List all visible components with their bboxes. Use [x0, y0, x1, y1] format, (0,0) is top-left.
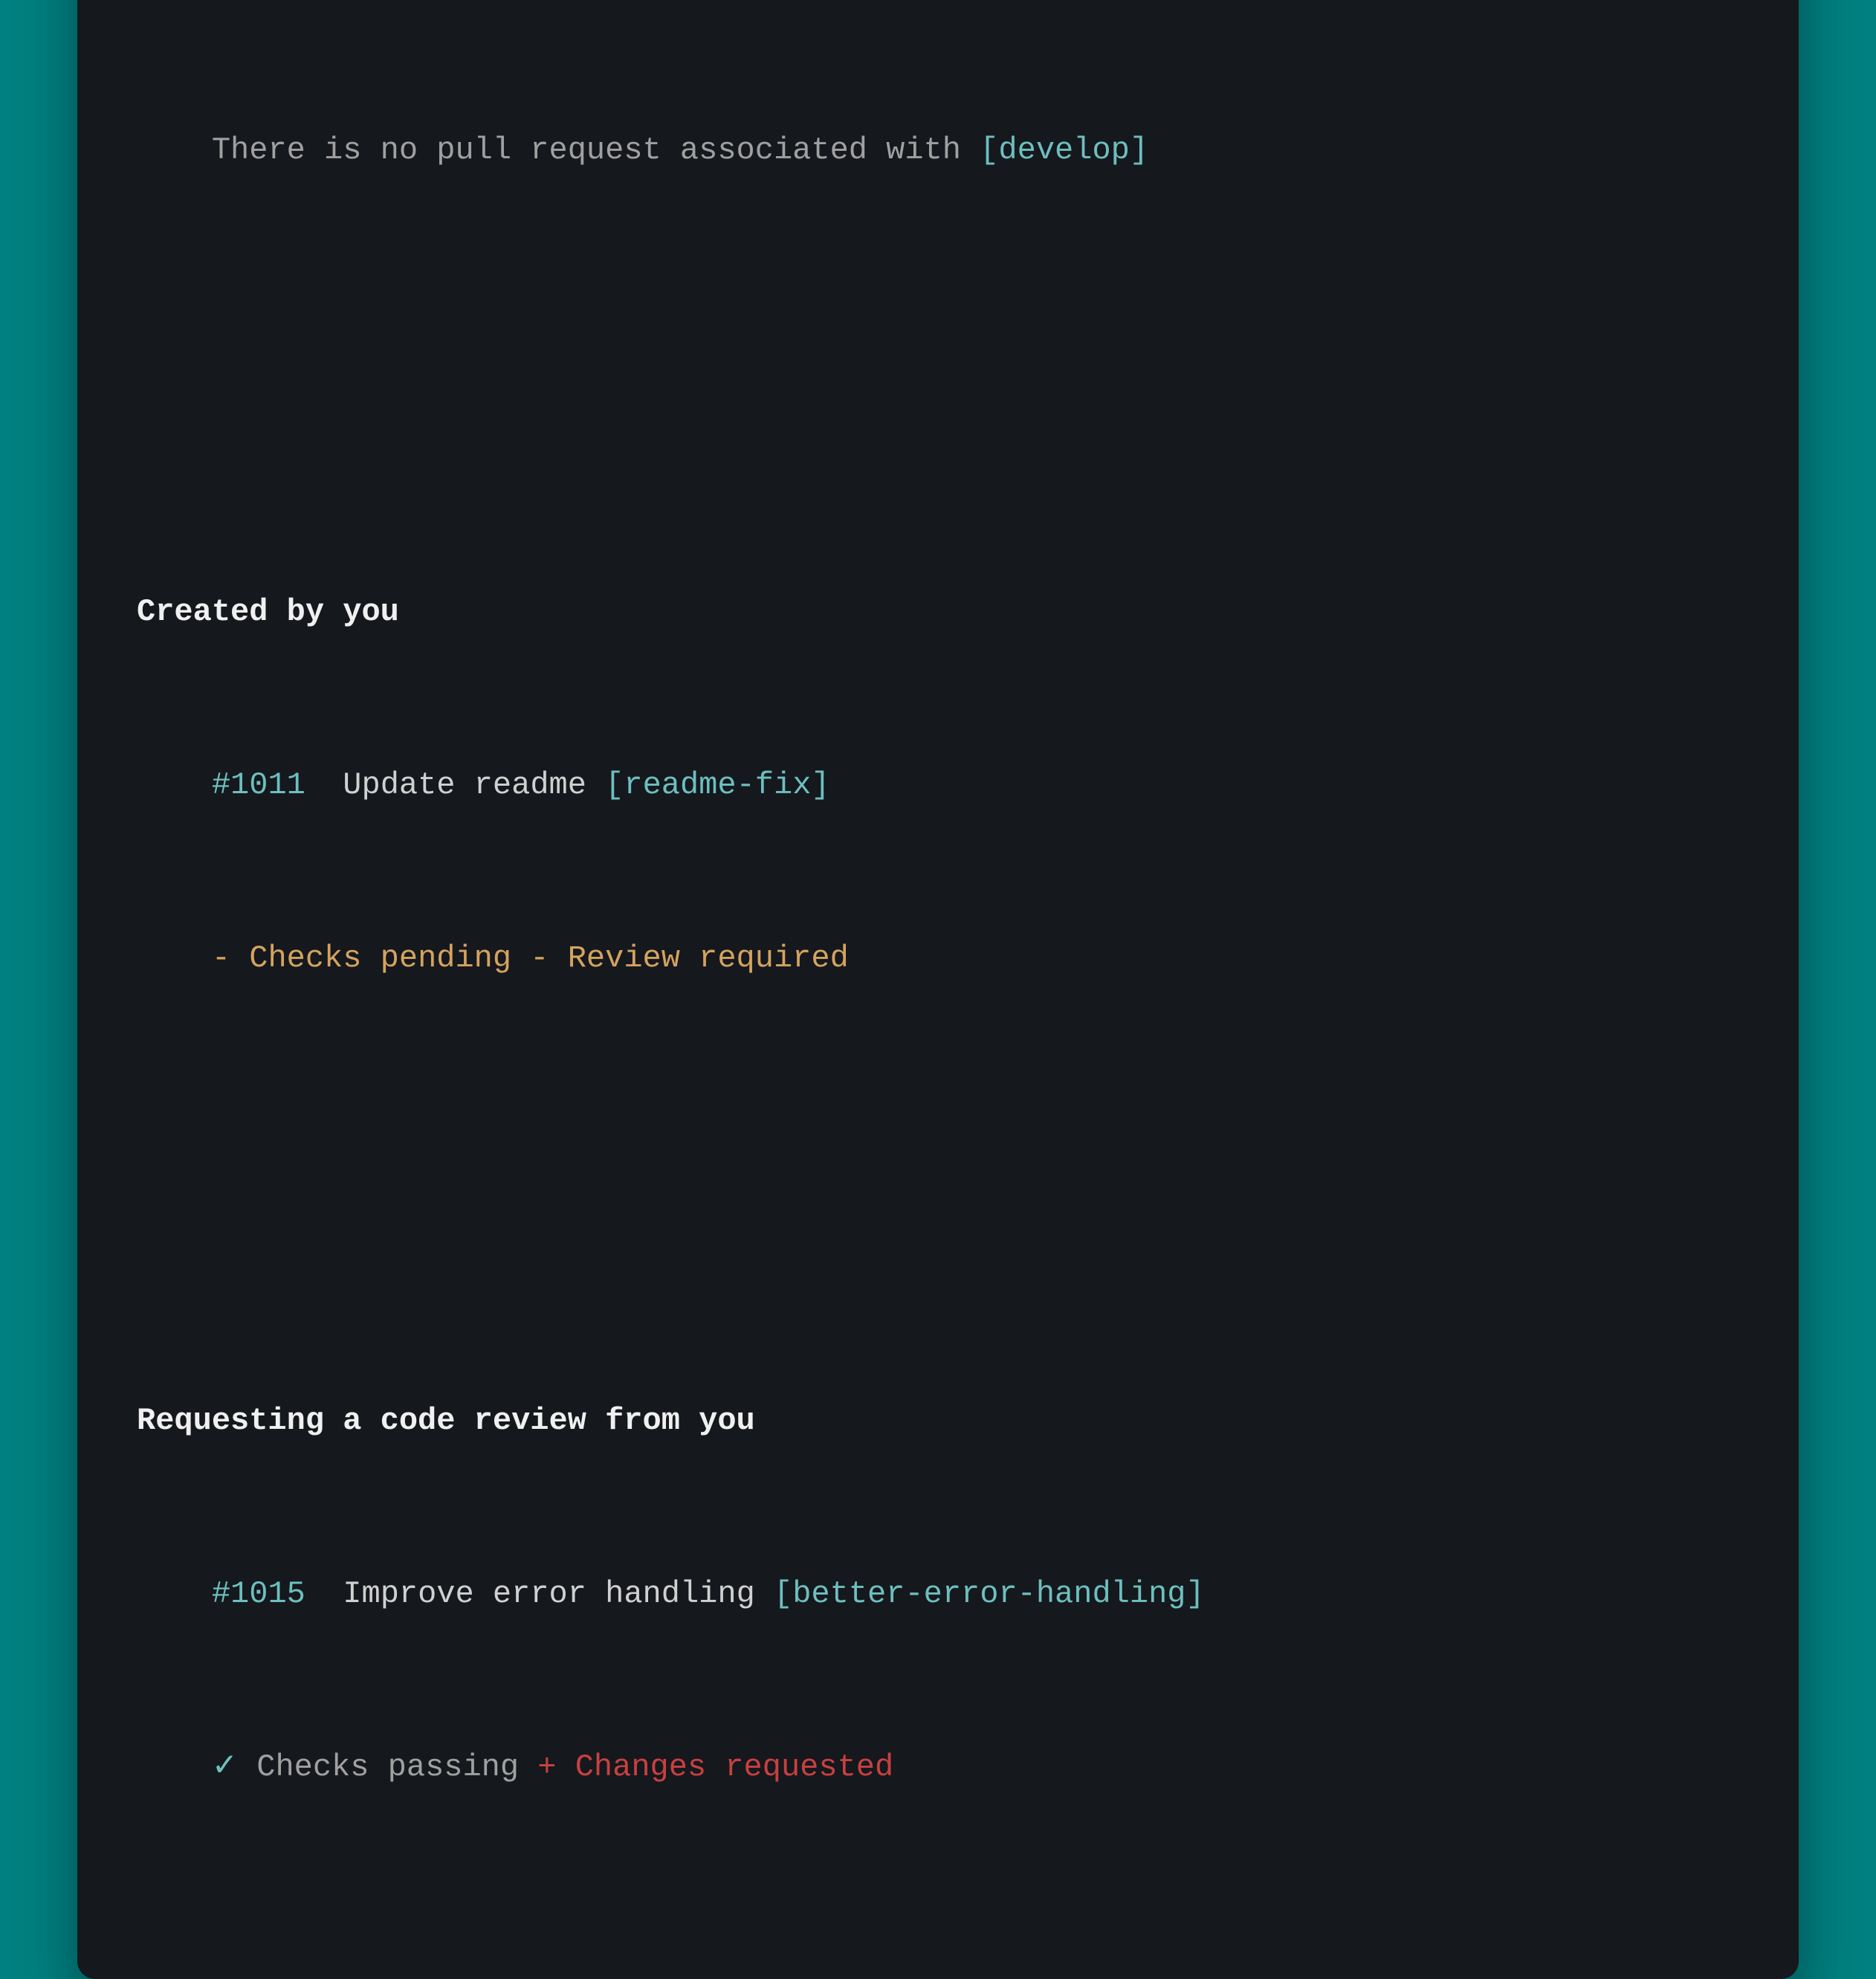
terminal-window: $ gh pr status Current branch There is n…	[77, 0, 1799, 1979]
section-heading-created-by-you: Created by you	[137, 594, 399, 630]
pr-title-1011: Update readme	[343, 767, 586, 803]
checkmark-icon: ✓	[212, 1749, 238, 1785]
pr-number-1011: #1011	[212, 767, 305, 803]
branch-ref-develop: [develop]	[980, 132, 1148, 168]
pr-title-1015: Improve error handling	[343, 1576, 755, 1612]
no-pr-message: There is no pull request associated with	[212, 132, 980, 168]
pr-number-1015: #1015	[212, 1576, 305, 1612]
section-heading-requesting-review: Requesting a code review from you	[137, 1403, 755, 1439]
terminal-output: $ gh pr status Current branch There is n…	[137, 0, 1739, 1912]
branch-ref-better-error-handling: [better-error-handling]	[774, 1576, 1205, 1612]
status-checks-passing: Checks passing	[238, 1749, 537, 1785]
status-pending: - Checks pending - Review required	[212, 940, 849, 976]
branch-ref-readme-fix: [readme-fix]	[605, 767, 829, 803]
status-changes-requested: + Changes requested	[537, 1749, 893, 1785]
